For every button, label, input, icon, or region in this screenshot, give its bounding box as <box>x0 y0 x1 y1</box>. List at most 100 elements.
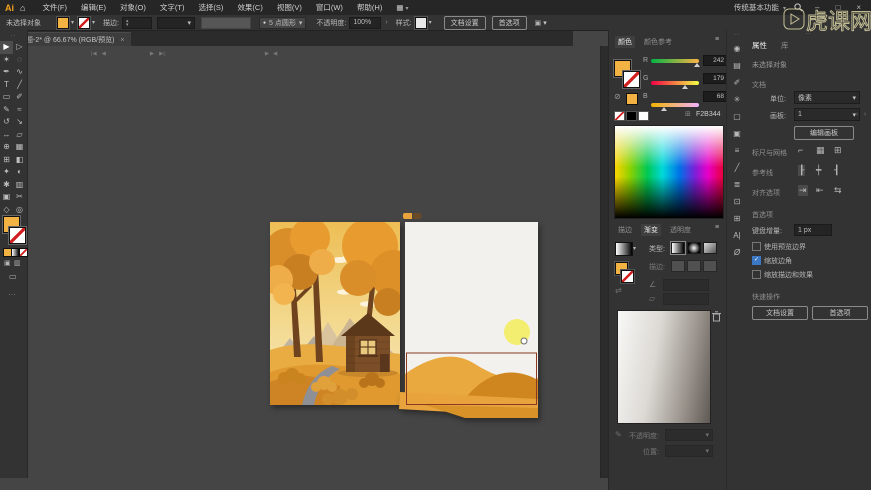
menu-edit[interactable]: 编辑(E) <box>74 2 113 13</box>
eyedropper-tool[interactable]: ✦ <box>0 166 13 179</box>
close-button[interactable]: × <box>852 3 865 12</box>
lasso-tool[interactable]: ◌ <box>13 54 26 67</box>
color-spectrum[interactable] <box>614 125 724 219</box>
scale-strokes-label[interactable]: 缩放描边和效果 <box>764 270 813 280</box>
menu-type[interactable]: 文字(T) <box>153 2 192 13</box>
tab-properties[interactable]: 属性 <box>752 40 767 51</box>
stroke-gradient-along[interactable] <box>687 260 701 272</box>
pen-tool[interactable]: ✒ <box>0 66 13 79</box>
width-profile-dropdown[interactable]: ▾ <box>157 17 195 29</box>
preview-bounds-checkbox[interactable] <box>752 242 761 251</box>
snap-point-icon[interactable]: ⇆ <box>834 185 842 196</box>
draw-behind-icon[interactable]: ▥ <box>14 259 21 267</box>
type-tool[interactable]: T <box>0 79 13 92</box>
pencil-icon[interactable]: ✎ <box>615 430 622 439</box>
scale-strokes-checkbox[interactable] <box>752 270 761 279</box>
linear-gradient-button[interactable] <box>671 242 685 254</box>
artboard-dropdown[interactable]: 1 ▾ <box>794 108 860 121</box>
edit-toolbar-icon[interactable]: … <box>8 288 16 297</box>
panel-menu-icon[interactable]: ≡ <box>715 36 719 43</box>
workspace-switcher[interactable]: 传统基本功能 ▾ <box>734 2 786 13</box>
zoom-tool[interactable]: ◎ <box>13 204 26 217</box>
style-swatch[interactable] <box>415 17 427 29</box>
arrange-documents-icon[interactable]: ▦▾ <box>389 3 415 12</box>
channel-r-slider[interactable] <box>651 59 699 63</box>
none-icon[interactable]: ⊘ <box>614 92 621 101</box>
brush-dropdown[interactable]: ● 5 点圆形 ▾ <box>259 17 306 29</box>
chevron-right-icon[interactable]: › <box>385 19 387 26</box>
symbol-sprayer-tool[interactable]: ✱ <box>0 179 13 192</box>
tab-color[interactable]: 颜色 <box>615 36 635 48</box>
align-panel-icon[interactable]: ≡ <box>735 142 740 159</box>
quick-preferences-button[interactable]: 首选项 <box>812 306 868 320</box>
panel-grip[interactable]: .. <box>0 32 27 37</box>
tab-transparency[interactable]: 透明度 <box>667 224 694 236</box>
chevron-down-icon[interactable]: ▾ <box>429 19 432 26</box>
hex-value[interactable]: F2B344 <box>696 111 721 118</box>
document-setup-button[interactable]: 文档设置 <box>444 16 486 30</box>
menu-file[interactable]: 文件(F) <box>35 2 74 13</box>
scale-tool[interactable]: ↘ <box>13 116 26 129</box>
edit-artboards-button[interactable]: 编辑画板 <box>794 126 854 140</box>
keyboard-increment-field[interactable]: 1 px <box>794 224 832 236</box>
perspective-grid-tool[interactable]: ▦ <box>13 141 26 154</box>
artboards-panel-icon[interactable]: ⊞ <box>734 210 741 227</box>
stroke-gradient-across[interactable] <box>703 260 717 272</box>
freeform-gradient-button[interactable] <box>703 242 717 254</box>
rotate-tool[interactable]: ↺ <box>0 116 13 129</box>
last-artboard-icon[interactable]: ▶| <box>159 51 165 57</box>
channel-g-slider[interactable] <box>651 81 699 85</box>
stroke-color-swatch[interactable] <box>78 17 90 29</box>
magic-wand-tool[interactable]: ✶ <box>0 54 13 67</box>
snap-grid-icon[interactable]: ⇥ <box>798 185 808 196</box>
channel-g-value[interactable]: 179 <box>703 73 727 84</box>
width-tool[interactable]: ↔ <box>0 129 13 142</box>
opacity-value[interactable]: 100% <box>349 17 381 29</box>
reverse-gradient-icon[interactable]: ⇄ <box>615 286 622 295</box>
snap-pixel-icon[interactable]: ⇤ <box>816 185 824 196</box>
lock-guides-icon[interactable]: ┿ <box>816 165 821 176</box>
chevron-down-icon[interactable]: ▾ <box>633 245 636 252</box>
show-guides-icon[interactable]: ┠ <box>798 165 805 176</box>
slice-tool[interactable]: ✂ <box>13 191 26 204</box>
pixel-grid-icon[interactable]: ⊞ <box>834 145 842 156</box>
quick-document-setup-button[interactable]: 文档设置 <box>752 306 808 320</box>
grid-icon[interactable]: ▦ <box>816 145 825 156</box>
preferences-button[interactable]: 首选项 <box>492 16 527 30</box>
line-tool[interactable]: ╱ <box>13 79 26 92</box>
symbols-panel-icon[interactable]: ✳ <box>734 91 741 108</box>
rectangle-tool[interactable]: ▭ <box>0 91 13 104</box>
maximize-button[interactable]: □ <box>831 3 844 12</box>
tab-libraries[interactable]: 库 <box>781 40 789 51</box>
toolbar-stroke-swatch[interactable] <box>9 227 26 244</box>
tab-gradient[interactable]: 渐变 <box>641 224 661 236</box>
free-transform-tool[interactable]: ▱ <box>13 129 26 142</box>
curvature-tool[interactable]: ∿ <box>13 66 26 79</box>
aspect-ratio-field[interactable] <box>663 293 709 305</box>
gradient-preview[interactable] <box>617 310 711 424</box>
ruler-icon[interactable]: ⌐ <box>798 145 803 155</box>
canvas[interactable] <box>27 46 600 478</box>
angle-field[interactable] <box>663 279 709 291</box>
white-chip[interactable] <box>638 111 649 121</box>
stroke-gradient-within[interactable] <box>671 260 685 272</box>
smart-guides-icon[interactable]: ┨ <box>834 165 839 176</box>
hand-tool[interactable]: ◇ <box>0 204 13 217</box>
artboard-2-work-in-progress[interactable] <box>399 222 540 422</box>
unit-dropdown[interactable]: 像素 ▾ <box>794 91 860 104</box>
draw-normal-icon[interactable]: ▣ <box>4 259 11 267</box>
gradient-swatch[interactable] <box>615 242 633 256</box>
channel-b-slider[interactable] <box>651 103 699 107</box>
selection-tool[interactable]: ▶ <box>0 41 13 54</box>
gradient-stroke-proxy[interactable] <box>621 270 634 283</box>
pathfinder-panel-icon[interactable]: ▣ <box>733 125 741 142</box>
menu-effect[interactable]: 效果(C) <box>230 2 269 13</box>
tab-color-guide[interactable]: 颜色参考 <box>641 36 675 48</box>
delete-stop-icon[interactable] <box>712 311 721 322</box>
blend-tool[interactable]: ◐ <box>13 166 26 179</box>
fill-color-swatch[interactable] <box>57 17 69 29</box>
scale-corners-label[interactable]: 缩放边角 <box>764 256 792 266</box>
transform-panel-icon[interactable]: ▢ <box>733 108 741 125</box>
preview-bounds-label[interactable]: 使用预览边界 <box>764 242 806 252</box>
paintbrush-tool[interactable]: ✐ <box>13 91 26 104</box>
